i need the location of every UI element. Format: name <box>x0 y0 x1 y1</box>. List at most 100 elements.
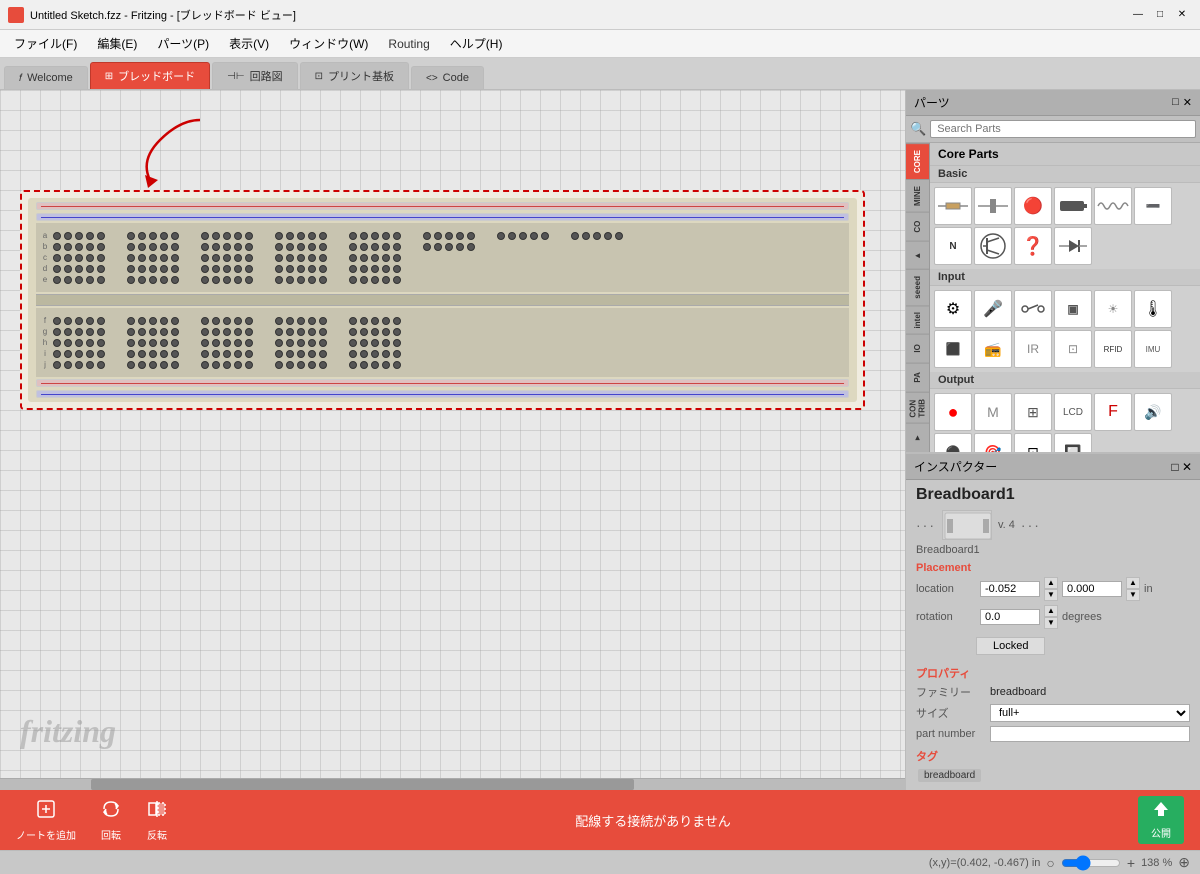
bb-hole[interactable] <box>149 339 157 347</box>
bb-hole[interactable] <box>171 276 179 284</box>
bb-hole[interactable] <box>234 339 242 347</box>
bb-hole[interactable] <box>349 243 357 251</box>
tab-breadboard[interactable]: ⊞ ブレッドボード <box>90 62 210 89</box>
bb-hole[interactable] <box>127 328 135 336</box>
cat-vtab-core[interactable]: CORE <box>906 143 929 179</box>
part-temp-sensor[interactable]: 🌡 <box>1134 290 1172 328</box>
bb-hole[interactable] <box>86 276 94 284</box>
bb-hole[interactable] <box>201 254 209 262</box>
bb-hole[interactable] <box>86 265 94 273</box>
bb-hole[interactable] <box>360 265 368 273</box>
bb-hole[interactable] <box>97 276 105 284</box>
publish-button[interactable]: 公開 <box>1138 796 1184 844</box>
bb-hole[interactable] <box>234 317 242 325</box>
bb-hole[interactable] <box>382 276 390 284</box>
part-fan[interactable]: 🔲 <box>1054 433 1092 452</box>
bb-hole[interactable] <box>127 339 135 347</box>
bb-hole[interactable] <box>138 243 146 251</box>
bb-hole[interactable] <box>275 339 283 347</box>
bb-hole[interactable] <box>53 328 61 336</box>
bb-hole[interactable] <box>75 265 83 273</box>
bb-hole[interactable] <box>223 276 231 284</box>
bb-hole[interactable] <box>286 254 294 262</box>
bb-hole[interactable] <box>371 265 379 273</box>
part-imu[interactable]: IMU <box>1134 330 1172 368</box>
bb-hole[interactable] <box>382 361 390 369</box>
bb-hole[interactable] <box>138 317 146 325</box>
bb-hole[interactable] <box>97 243 105 251</box>
bb-hole[interactable] <box>160 361 168 369</box>
bb-hole[interactable] <box>308 350 316 358</box>
part-sensor1[interactable]: ⬛ <box>934 330 972 368</box>
bb-hole[interactable] <box>297 350 305 358</box>
bb-hole[interactable] <box>223 265 231 273</box>
part-led[interactable]: 🔴 <box>1014 187 1052 225</box>
bb-hole[interactable] <box>308 232 316 240</box>
bb-hole[interactable] <box>349 350 357 358</box>
location-x-input[interactable] <box>980 581 1040 597</box>
bb-hole[interactable] <box>64 265 72 273</box>
bb-hole[interactable] <box>297 265 305 273</box>
bb-hole[interactable] <box>149 317 157 325</box>
bb-hole[interactable] <box>319 232 327 240</box>
parts-search-bar[interactable]: 🔍 <box>906 116 1200 143</box>
bb-hole[interactable] <box>138 350 146 358</box>
bb-hole[interactable] <box>319 254 327 262</box>
bb-hole[interactable] <box>360 232 368 240</box>
bb-hole[interactable] <box>434 232 442 240</box>
bb-hole[interactable] <box>308 361 316 369</box>
bb-hole[interactable] <box>64 317 72 325</box>
flip-button[interactable]: 反転 <box>146 798 168 842</box>
bb-hole[interactable] <box>382 265 390 273</box>
bb-hole[interactable] <box>371 243 379 251</box>
bb-hole[interactable] <box>75 317 83 325</box>
bb-hole[interactable] <box>171 254 179 262</box>
part-accelerometer[interactable]: ⊡ <box>1054 330 1092 368</box>
bb-hole[interactable] <box>423 232 431 240</box>
bb-hole[interactable] <box>245 339 253 347</box>
bb-hole[interactable] <box>571 232 579 240</box>
cat-vtab-intel[interactable]: intel <box>906 305 929 334</box>
bb-hole[interactable] <box>86 254 94 262</box>
bb-hole[interactable] <box>445 232 453 240</box>
bb-hole[interactable] <box>234 328 242 336</box>
bb-hole[interactable] <box>149 243 157 251</box>
bb-hole[interactable] <box>201 328 209 336</box>
menu-view[interactable]: 表示(V) <box>219 31 279 56</box>
bb-hole[interactable] <box>371 361 379 369</box>
menu-edit[interactable]: 編集(E) <box>87 31 147 56</box>
bb-hole[interactable] <box>127 243 135 251</box>
part-photoresistor[interactable]: ☀ <box>1094 290 1132 328</box>
part-rfid[interactable]: RFID <box>1094 330 1132 368</box>
bb-hole[interactable] <box>223 243 231 251</box>
part-unknown[interactable]: ❓ <box>1014 227 1052 265</box>
tab-schematic[interactable]: ⊣⊢ 回路図 <box>212 62 297 89</box>
bb-hole[interactable] <box>234 243 242 251</box>
scrollbar-thumb[interactable] <box>91 779 634 790</box>
bb-hole[interactable] <box>138 254 146 262</box>
bb-hole[interactable] <box>297 276 305 284</box>
bb-hole[interactable] <box>393 350 401 358</box>
bb-hole[interactable] <box>286 350 294 358</box>
bb-hole[interactable] <box>245 350 253 358</box>
bb-hole[interactable] <box>308 339 316 347</box>
part-lcd[interactable]: LCD <box>1054 393 1092 431</box>
bb-hole[interactable] <box>97 317 105 325</box>
bb-hole[interactable] <box>212 276 220 284</box>
bb-hole[interactable] <box>245 243 253 251</box>
minimize-button[interactable]: — <box>1128 5 1148 25</box>
tab-pcb[interactable]: ⊡ プリント基板 <box>300 62 409 89</box>
rotation-down[interactable]: ▼ <box>1044 617 1058 629</box>
part-oled[interactable]: 🎯 <box>974 433 1012 452</box>
bb-hole[interactable] <box>160 232 168 240</box>
cat-vtab-contrib[interactable]: CON TRIB <box>906 392 929 424</box>
bb-hole[interactable] <box>64 276 72 284</box>
rotation-input[interactable] <box>980 609 1040 625</box>
bb-hole[interactable] <box>86 243 94 251</box>
breadboard[interactable]: a <box>28 198 857 402</box>
bb-hole[interactable] <box>86 328 94 336</box>
bb-hole[interactable] <box>593 232 601 240</box>
cat-vtab-pa[interactable]: PA <box>906 363 929 392</box>
bb-hole[interactable] <box>234 265 242 273</box>
bb-hole[interactable] <box>275 232 283 240</box>
